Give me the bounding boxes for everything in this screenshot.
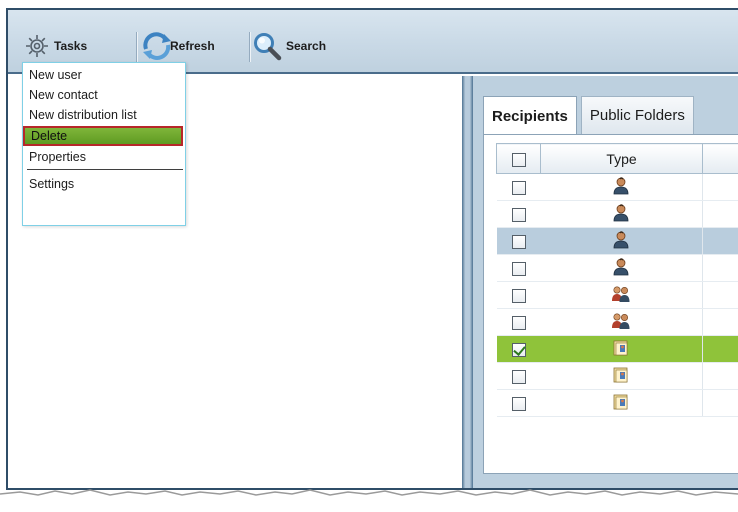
row-checkbox[interactable] (511, 208, 526, 223)
menu-item-label: Delete (31, 129, 68, 143)
table-row[interactable] (496, 335, 738, 363)
content-pane: Recipients Public Folders Type (473, 76, 738, 488)
row-select-cell (496, 362, 541, 390)
distribution-list-icon (613, 393, 629, 414)
row-checkbox[interactable] (511, 262, 526, 277)
menu-item-new-user[interactable]: New user (23, 65, 185, 85)
next-column-cell (702, 254, 738, 282)
type-cell (540, 227, 703, 255)
next-column-cell (702, 308, 738, 336)
user-icon (613, 257, 629, 279)
gear-icon (24, 33, 50, 59)
row-checkbox[interactable] (511, 289, 526, 304)
refresh-label: Refresh (170, 39, 215, 53)
table-row[interactable] (496, 362, 738, 390)
torn-edge-decoration (0, 489, 738, 512)
menu-item-label: New distribution list (29, 108, 137, 122)
row-checkbox[interactable] (511, 370, 526, 385)
row-select-cell (496, 335, 541, 363)
refresh-icon (140, 31, 174, 61)
type-cell (540, 335, 703, 363)
distribution-list-icon (613, 339, 629, 360)
tab-label: Public Folders (589, 107, 685, 124)
type-cell (540, 173, 703, 201)
next-column-cell (702, 335, 738, 363)
recipients-grid: Type (496, 143, 738, 417)
next-column-cell (702, 281, 738, 309)
search-label: Search (286, 39, 327, 53)
tab-label: Recipients (492, 107, 568, 125)
recipients-grid-panel: Type (483, 134, 738, 474)
row-select-cell (496, 227, 541, 255)
type-cell (540, 200, 703, 228)
distribution-list-icon (613, 366, 629, 387)
search-button[interactable]: Search (252, 28, 362, 64)
row-checkbox[interactable] (511, 181, 526, 196)
table-row[interactable] (496, 254, 738, 282)
tab-public-folders[interactable]: Public Folders (580, 96, 694, 134)
next-column-cell (702, 389, 738, 417)
type-cell (540, 281, 703, 309)
next-column-cell (702, 227, 738, 255)
menu-item-label: Properties (29, 150, 86, 164)
next-column-cell (702, 362, 738, 390)
column-header-next[interactable] (702, 143, 738, 174)
menu-item-new-distribution-list[interactable]: New distribution list (23, 105, 185, 125)
table-row[interactable] (496, 308, 738, 336)
tab-strip: Recipients Public Folders (483, 96, 694, 135)
type-cell (540, 389, 703, 417)
menu-item-delete[interactable]: Delete (23, 126, 183, 146)
menu-item-label: Settings (29, 177, 75, 191)
row-select-cell (496, 281, 541, 309)
table-row[interactable] (496, 281, 738, 309)
menu-item-label: New user (29, 68, 82, 82)
toolbar-divider (249, 32, 251, 62)
select-all-checkbox[interactable] (511, 152, 526, 167)
grid-header-row: Type (496, 143, 738, 174)
tasks-label: Tasks (54, 39, 88, 53)
refresh-button[interactable]: Refresh (140, 28, 250, 64)
type-cell (540, 362, 703, 390)
table-row[interactable] (496, 227, 738, 255)
menu-item-new-contact[interactable]: New contact (23, 85, 185, 105)
tasks-button[interactable]: Tasks (24, 28, 134, 64)
table-row[interactable] (496, 173, 738, 201)
row-checkbox[interactable] (511, 235, 526, 250)
row-select-cell (496, 200, 541, 228)
user-icon (613, 176, 629, 198)
next-column-cell (702, 200, 738, 228)
console-frame: Tasks Refresh Search Recipients Public F… (6, 8, 738, 490)
menu-separator (27, 169, 183, 171)
magnifier-icon (252, 31, 282, 61)
row-select-cell (496, 308, 541, 336)
menu-item-label: New contact (29, 88, 98, 102)
row-select-cell (496, 173, 541, 201)
pane-splitter[interactable] (462, 76, 473, 488)
app-window: Tasks Refresh Search Recipients Public F… (0, 0, 738, 512)
row-checkbox[interactable] (511, 343, 526, 358)
tab-recipients[interactable]: Recipients (483, 96, 577, 135)
row-select-cell (496, 389, 541, 417)
type-cell (540, 308, 703, 336)
table-row[interactable] (496, 200, 738, 228)
group-icon (612, 312, 630, 333)
tasks-dropdown-menu: New user New contact New distribution li… (22, 62, 186, 226)
menu-item-settings[interactable]: Settings (23, 174, 185, 194)
select-all-header (496, 143, 541, 174)
toolbar-divider (136, 32, 138, 62)
group-icon (612, 285, 630, 306)
menu-item-properties[interactable]: Properties (23, 147, 185, 167)
row-checkbox[interactable] (511, 316, 526, 331)
row-checkbox[interactable] (511, 397, 526, 412)
user-icon (613, 203, 629, 225)
table-row[interactable] (496, 389, 738, 417)
user-icon (613, 230, 629, 252)
type-cell (540, 254, 703, 282)
column-header-type[interactable]: Type (540, 143, 703, 174)
next-column-cell (702, 173, 738, 201)
row-select-cell (496, 254, 541, 282)
